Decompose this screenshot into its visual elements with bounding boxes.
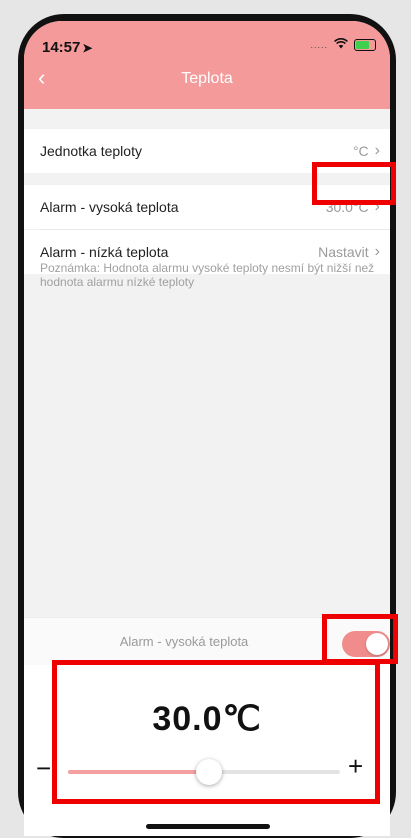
page-title: Teplota — [181, 70, 233, 87]
chevron-right-icon: › — [374, 243, 380, 260]
location-arrow-icon: ➤ — [82, 41, 93, 55]
setting-label: Alarm - vysoká teplota — [40, 199, 179, 215]
home-indicator — [146, 824, 270, 829]
alarm-toggle-label: Alarm - vysoká teplota — [119, 634, 249, 649]
note-text: Poznámka: Hodnota alarmu vysoké teploty … — [40, 261, 375, 289]
battery-icon — [354, 38, 376, 51]
status-time: 14:57 ➤ — [42, 39, 92, 56]
header-bar: 14:57 ➤ ..... ‹ Teplota — [24, 21, 390, 109]
setting-value: Nastavit — [318, 244, 369, 260]
setting-label: Jednotka teploty — [40, 143, 142, 159]
highlight-alarm-toggle — [322, 614, 398, 664]
highlight-high-alarm-value — [312, 162, 396, 205]
wifi-icon — [334, 37, 348, 52]
highlight-value-panel — [52, 660, 380, 804]
chevron-right-icon: › — [374, 142, 380, 159]
setting-label: Alarm - nízká teplota — [40, 244, 169, 260]
setting-value: °C — [352, 143, 369, 159]
status-time-text: 14:57 — [42, 39, 81, 56]
decrease-button[interactable]: − — [36, 755, 51, 781]
signal-dots: ..... — [310, 39, 328, 50]
status-icons: ..... — [310, 37, 376, 52]
